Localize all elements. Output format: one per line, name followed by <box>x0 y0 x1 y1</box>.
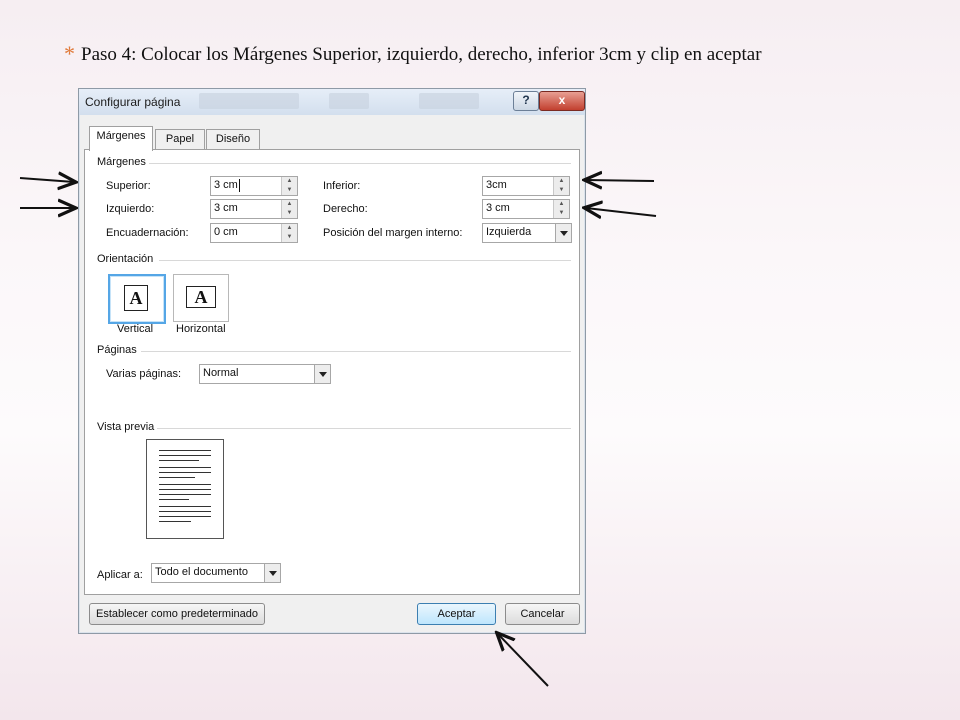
arrow-to-aceptar <box>498 634 549 687</box>
tab-margenes[interactable]: Márgenes <box>89 126 153 151</box>
arrow-to-superior <box>19 178 74 182</box>
arrow-to-derecho <box>586 208 657 216</box>
arrow-to-inferior <box>586 180 655 181</box>
annotation-arrows <box>19 0 657 687</box>
tab-label: Márgenes <box>96 130 146 142</box>
